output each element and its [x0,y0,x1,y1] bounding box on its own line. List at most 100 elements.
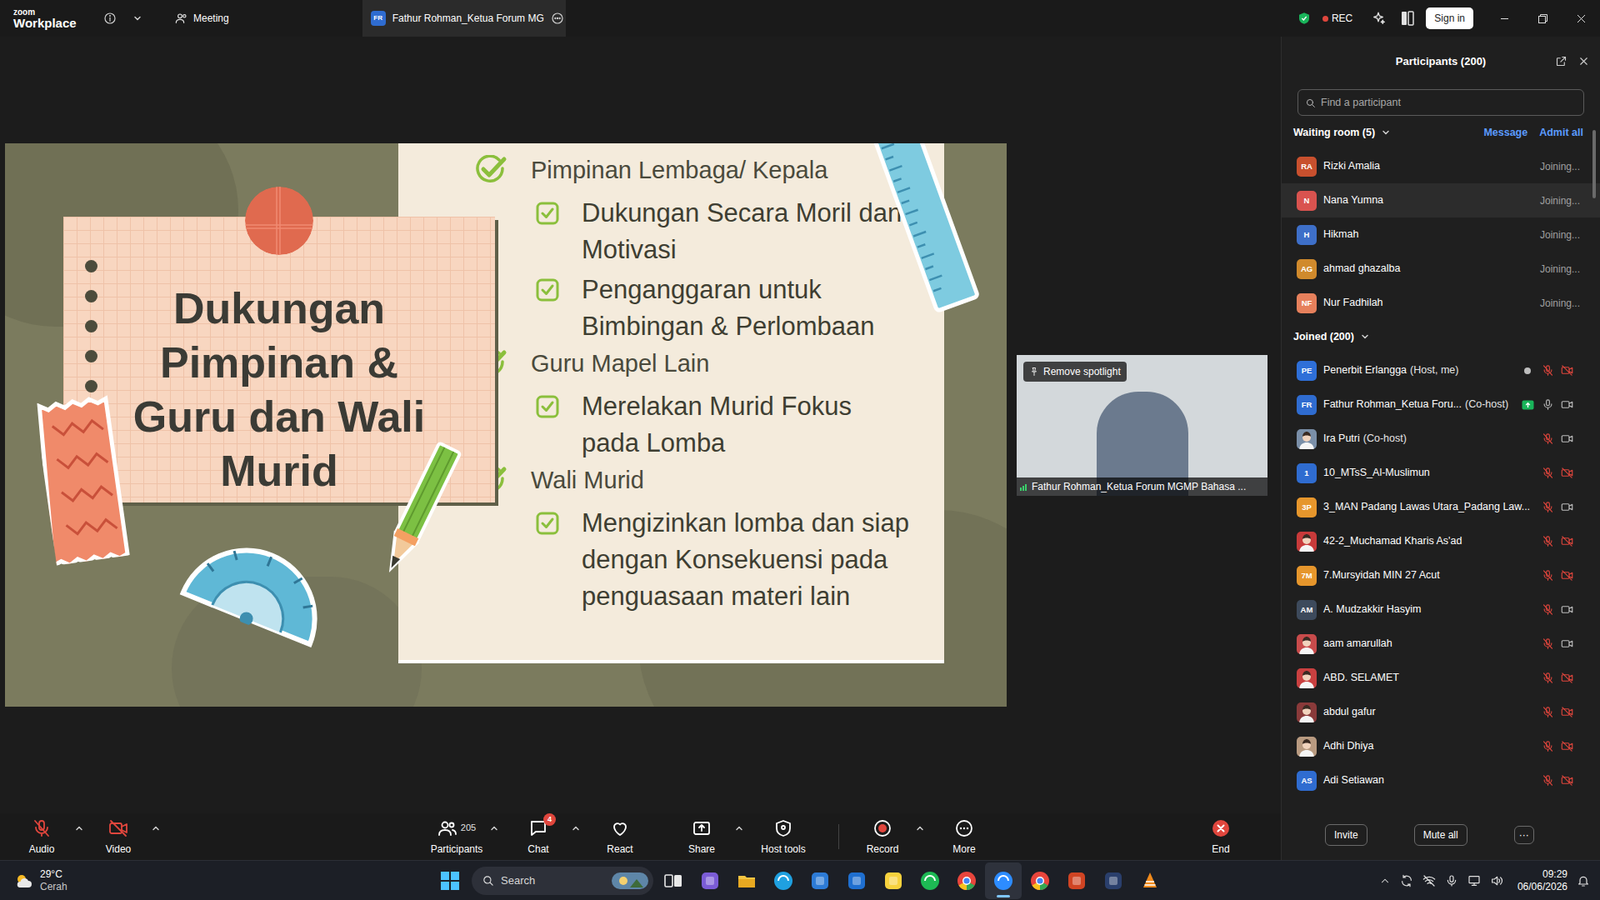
spotify-app-icon[interactable] [911,862,949,900]
info-icon [103,11,117,25]
weather-widget[interactable]: 29°CCerah [0,868,434,894]
mic-icon[interactable] [1540,774,1555,787]
taskbar-search[interactable] [471,866,654,895]
remove-spotlight-button[interactable]: Remove spotlight [1023,361,1127,382]
close-icon[interactable] [1577,55,1590,68]
camera-icon[interactable] [1560,637,1574,650]
camera-icon[interactable] [1560,398,1574,411]
store-app-icon[interactable] [801,862,839,900]
participant-row[interactable]: PEPenerbit Erlangga(Host, me) [1281,353,1600,388]
explorer-app-icon[interactable] [728,862,765,900]
mic-icon[interactable] [1540,740,1555,753]
notes-app-icon[interactable] [875,862,912,900]
camera-icon[interactable] [1560,466,1574,480]
mic-icon[interactable] [1540,705,1555,719]
chevron-up-icon[interactable] [733,824,745,833]
camera-icon[interactable] [1560,535,1574,548]
react-button[interactable]: React [588,817,652,857]
camera-icon[interactable] [1560,705,1574,719]
camera-icon[interactable] [1560,432,1574,445]
footer-button[interactable]: Invite [1325,824,1368,846]
footer-button[interactable]: Mute all [1414,824,1468,846]
mic-icon[interactable] [1540,398,1555,411]
restore-icon[interactable] [1523,0,1562,37]
participant-row[interactable]: 110_MTsS_Al-Muslimun [1281,455,1600,490]
sign-in-button[interactable]: Sign in [1425,7,1474,30]
chevron-down-icon[interactable] [1381,128,1390,137]
mic-icon[interactable] [1540,637,1555,650]
chevron-up-icon[interactable] [150,824,162,833]
mic-icon[interactable] [1540,364,1555,377]
mic-icon[interactable] [1540,535,1555,548]
clock[interactable]: 09:2906/06/2026 [1517,868,1568,894]
camera-icon[interactable] [1560,671,1574,685]
video-button[interactable]: Video [86,817,150,857]
participant-row[interactable]: Adhi Dhiya [1281,729,1600,764]
chrome-app-icon[interactable] [948,862,985,900]
vlc-app-icon[interactable] [1131,862,1169,900]
zoom-app-icon[interactable] [985,862,1022,900]
camera-icon[interactable] [1560,774,1574,787]
more-button[interactable]: More [932,817,996,857]
mic-icon[interactable] [1540,466,1555,480]
participant-row[interactable]: ASAdi Setiawan [1281,763,1600,798]
participant-row[interactable]: FRFathur Rohman_Ketua Foru...(Co-host) [1281,387,1600,422]
search-input[interactable] [1320,95,1577,111]
outlook-app-icon[interactable] [838,862,875,900]
mic-icon[interactable] [1540,603,1555,616]
chevron-up-icon[interactable] [73,824,85,833]
chat-button[interactable]: 4Chat [506,817,570,857]
participant-row[interactable]: ABD. SELAMET [1281,660,1600,695]
audio-button[interactable]: Audio [10,817,74,857]
camera-icon[interactable] [1560,500,1574,514]
share-button[interactable]: Share [670,817,734,857]
powerpoint-app-icon[interactable] [1058,862,1095,900]
mic-icon[interactable] [1540,671,1555,685]
camera-icon[interactable] [1560,569,1574,582]
popout-icon[interactable] [1555,55,1568,68]
participant-row[interactable]: abdul gafur [1281,695,1600,730]
end-button[interactable]: End [1189,817,1253,857]
participant-row[interactable]: aam amarullah [1281,626,1600,661]
section-action[interactable]: Admit all [1539,125,1584,141]
camera-icon[interactable] [1560,603,1574,616]
record-button[interactable]: Record [850,817,915,857]
edge-app-icon[interactable] [765,862,802,900]
participant-row[interactable]: 7M7.Mursyidah MIN 27 Acut [1281,558,1600,593]
waiting-participant[interactable]: HHikmahJoining... [1281,217,1600,252]
waiting-participant[interactable]: NNana YumnaJoining... [1281,183,1600,218]
participant-row[interactable]: 3P3_MAN Padang Lawas Utara_Padang Law... [1281,490,1600,525]
section-header[interactable]: Joined (200) [1281,320,1600,354]
mic-icon[interactable] [1540,569,1555,582]
participant-row[interactable]: Ira Putri(Co-host) [1281,421,1600,456]
footer-button[interactable]: ··· [1514,825,1535,845]
host-button[interactable]: Host tools [751,817,815,857]
camera-icon[interactable] [1560,364,1574,377]
section-action[interactable]: Message [1483,125,1528,141]
waiting-participant[interactable]: RARizki AmaliaJoining... [1281,149,1600,184]
chevron-up-icon[interactable] [914,824,926,833]
scrollbar[interactable] [1592,130,1596,199]
meeting-tab[interactable]: FRFathur Rohman_Ketua Forum MG [362,0,566,37]
chevron-up-icon[interactable] [488,824,500,833]
close-icon[interactable] [1561,0,1600,37]
taskbar-search-input[interactable] [500,872,605,890]
chrome-app-icon[interactable] [1021,862,1059,900]
mic-icon[interactable] [1540,432,1555,445]
camera-icon[interactable] [1560,740,1574,753]
participant-row[interactable]: 42-2_Muchamad Kharis As'ad [1281,524,1600,559]
participants-button[interactable]: 205Participants [425,817,489,857]
chevron-down-icon[interactable] [1360,332,1370,341]
taskview-app-icon[interactable] [655,862,692,900]
m365-app-icon[interactable] [691,862,729,900]
photoshop-app-icon[interactable] [1095,862,1132,900]
section-header[interactable]: Waiting room (5)MessageAdmit all [1281,115,1600,150]
minimize-icon[interactable] [1485,0,1524,37]
waiting-participant[interactable]: NFNur FadhilahJoining... [1281,285,1600,320]
meeting-button[interactable]: Meeting [175,10,230,26]
waiting-participant[interactable]: AGahmad ghazalbaJoining... [1281,251,1600,286]
mic-icon[interactable] [1540,500,1555,514]
chevron-up-icon[interactable] [570,824,582,833]
windows-start-icon[interactable] [433,864,467,898]
participant-row[interactable]: AMA. Mudzakkir Hasyim [1281,592,1600,627]
